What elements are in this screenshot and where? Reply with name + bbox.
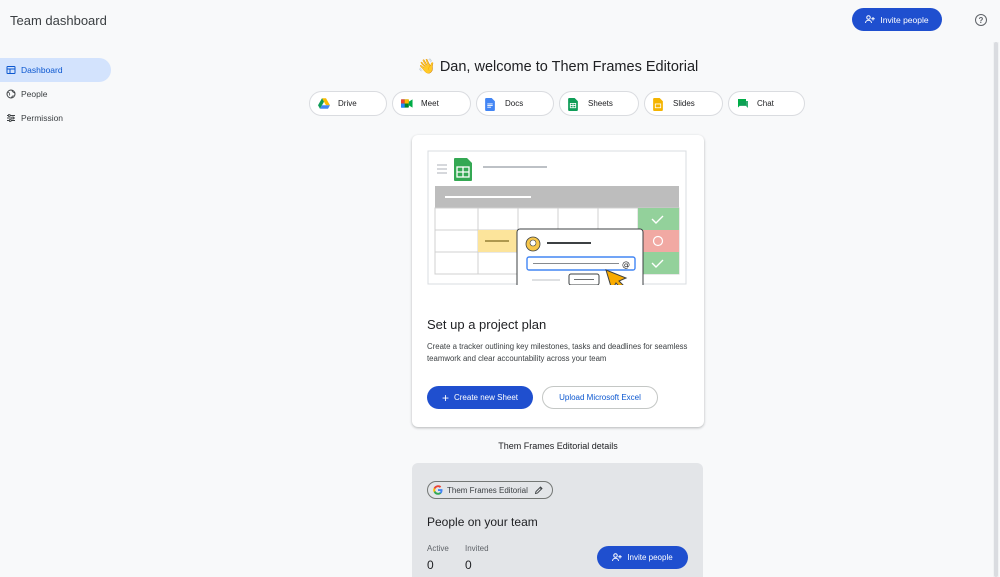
scrollbar-thumb[interactable] <box>994 42 998 577</box>
app-chip-label: Drive <box>338 99 357 108</box>
meet-icon <box>401 98 413 110</box>
app-chip-drive[interactable]: Drive <box>309 91 387 116</box>
chat-icon <box>737 98 749 110</box>
app-chip-label: Slides <box>673 99 695 108</box>
vertical-scrollbar[interactable] <box>993 42 999 577</box>
app-chip-docs[interactable]: Docs <box>476 91 554 116</box>
app-chip-slides[interactable]: Slides <box>644 91 723 116</box>
sidebar-item-label: Permission <box>21 113 64 123</box>
globe-icon <box>6 89 16 99</box>
sidebar: Dashboard People Permission <box>0 58 112 130</box>
pencil-edit-icon[interactable] <box>534 485 544 495</box>
organization-name: Them Frames Editorial <box>447 485 528 495</box>
app-chip-label: Docs <box>505 99 524 108</box>
invited-count: 0 <box>465 558 472 572</box>
plus-icon: + <box>441 390 449 405</box>
help-circle-icon[interactable]: ? <box>975 14 987 26</box>
drive-icon <box>318 97 330 110</box>
project-plan-illustration: @ <box>427 150 687 294</box>
app-chip-sheets[interactable]: Sheets <box>559 91 639 116</box>
sidebar-item-people[interactable]: People <box>0 82 112 106</box>
top-header: Team dashboard Invite people ? <box>0 0 1000 42</box>
sidebar-item-dashboard[interactable]: Dashboard <box>0 58 111 82</box>
dashboard-icon <box>6 65 16 75</box>
google-g-icon <box>433 485 443 495</box>
card-title: Set up a project plan <box>427 317 547 332</box>
sidebar-item-label: Dashboard <box>21 65 63 75</box>
team-dashboard-app: Team dashboard Invite people ? Dashboard… <box>0 0 1000 577</box>
app-chip-chat[interactable]: Chat <box>728 91 805 116</box>
project-plan-card: @ Set up a project plan Create a tracker… <box>412 135 704 427</box>
app-chip-label: Meet <box>421 99 439 108</box>
waving-hand-icon: 👋 <box>417 59 436 75</box>
slides-icon <box>653 97 665 111</box>
app-chip-meet[interactable]: Meet <box>392 91 471 116</box>
upload-excel-label: Upload Microsoft Excel <box>559 393 641 402</box>
sidebar-item-label: People <box>21 89 48 99</box>
invite-people-button-card[interactable]: Invite people <box>597 546 688 569</box>
svg-text:@: @ <box>622 260 630 269</box>
active-count: 0 <box>427 558 434 572</box>
app-shortcuts: Drive Meet Docs Sheets Slides Chat <box>309 91 805 117</box>
welcome-text: Dan, welcome to Them Frames Editorial <box>439 59 699 75</box>
invite-people-label: Invite people <box>627 553 673 562</box>
invite-people-label: Invite people <box>880 14 929 25</box>
team-details-card: Them Frames Editorial People on your tea… <box>412 463 703 577</box>
sidebar-item-permission[interactable]: Permission <box>0 106 112 130</box>
organization-chip[interactable]: Them Frames Editorial <box>427 481 553 499</box>
docs-icon <box>485 97 497 111</box>
sliders-icon <box>6 113 16 123</box>
people-on-team-title: People on your team <box>427 515 538 529</box>
page-title: Team dashboard <box>10 13 107 28</box>
card-description: Create a tracker outlining key milestone… <box>427 342 688 363</box>
welcome-heading: 👋 Dan, welcome to Them Frames Editorial <box>310 58 806 75</box>
details-section-title: Them Frames Editorial details <box>498 441 618 451</box>
invite-people-button-header[interactable]: Invite people <box>852 8 942 31</box>
sheets-icon <box>568 97 580 111</box>
active-label: Active <box>427 544 449 553</box>
app-chip-label: Sheets <box>588 99 613 108</box>
app-chip-label: Chat <box>757 99 774 108</box>
upload-microsoft-excel-button[interactable]: Upload Microsoft Excel <box>542 386 658 409</box>
person-add-icon <box>865 15 876 24</box>
invited-label: Invited <box>465 544 489 553</box>
person-add-icon <box>612 553 623 562</box>
create-new-sheet-button[interactable]: + Create new Sheet <box>427 386 533 409</box>
create-new-sheet-label: Create new Sheet <box>453 393 519 402</box>
